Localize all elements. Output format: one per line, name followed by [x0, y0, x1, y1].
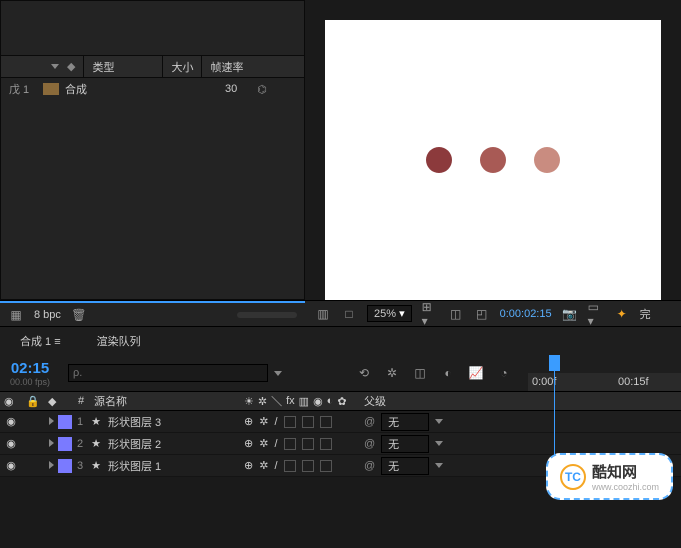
project-columns-header: ◆ 类型 大小 帧速率	[1, 56, 304, 78]
frame-blend-icon[interactable]: ◫	[412, 365, 428, 381]
composition-viewer	[305, 0, 681, 300]
layer-name[interactable]: 形状图层 1	[104, 458, 244, 474]
layer-index: 1	[72, 416, 88, 428]
mask-icon[interactable]: ◫	[448, 306, 464, 322]
layer-columns-header: ◉ 🔒 ◆ # 源名称 ☀✲＼fx▥◉◐✿ 父级	[0, 391, 681, 411]
parent-select[interactable]: 无	[381, 435, 429, 453]
search-input[interactable]	[68, 364, 268, 382]
layer-switches[interactable]: ⊕✲/	[244, 437, 364, 450]
shape-dot-2	[480, 147, 506, 173]
col-source[interactable]: 源名称	[90, 393, 240, 409]
canvas[interactable]	[325, 20, 661, 300]
tag-icon[interactable]: ◆	[67, 60, 75, 73]
ruler-tick-1: 00:15f	[618, 376, 649, 388]
col-switches[interactable]: ☀✲＼fx▥◉◐✿	[240, 393, 360, 409]
watermark-logo-icon: TC	[560, 464, 586, 490]
chevron-down-icon[interactable]	[435, 463, 443, 468]
watermark-url: www.coozhi.com	[592, 482, 659, 492]
project-footer: ▦ 8 bpc 🗑	[0, 301, 305, 326]
visibility-toggle[interactable]: ◉	[0, 415, 22, 428]
parent-select[interactable]: 无	[381, 457, 429, 475]
col-fps[interactable]: 帧速率	[201, 56, 251, 77]
layer-name[interactable]: 形状图层 3	[104, 414, 244, 430]
show-snapshot-icon[interactable]: ▭ ▾	[588, 306, 604, 322]
layer-row[interactable]: ◉ 1★形状图层 3⊕✲/@ 无	[0, 411, 681, 433]
monitor-icon[interactable]: □	[341, 306, 357, 322]
project-scrollbar[interactable]	[237, 312, 297, 318]
item-left-label: 戊 1	[9, 81, 37, 97]
watermark-name: 酷知网	[592, 461, 659, 482]
filmstrip-icon[interactable]: ▦	[8, 307, 24, 323]
layer-switches[interactable]: ⊕✲/	[244, 459, 364, 472]
col-size[interactable]: 大小	[162, 56, 201, 77]
time-ruler[interactable]: 0:00f 00:15f	[528, 355, 681, 391]
twirl-icon[interactable]	[44, 438, 58, 450]
tab-comp[interactable]: 合成 1 ≡	[12, 329, 69, 353]
tab-render-queue[interactable]: 渲染队列	[89, 329, 149, 353]
comp-mini-flowchart-icon[interactable]: ⟲	[356, 365, 372, 381]
shape-icon: ★	[88, 415, 104, 428]
label-color[interactable]	[58, 415, 72, 429]
bpc-toggle[interactable]: 8 bpc	[34, 309, 61, 321]
flowchart-icon[interactable]: ⌬	[257, 83, 267, 96]
trash-icon[interactable]: 🗑	[71, 307, 87, 323]
motion-blur-icon[interactable]: ◐	[440, 365, 456, 381]
watermark: TC 酷知网 www.coozhi.com	[546, 453, 673, 500]
sort-icon[interactable]	[51, 64, 59, 69]
col-hash[interactable]: #	[74, 395, 90, 407]
layer-index: 3	[72, 460, 88, 472]
label-color[interactable]	[58, 437, 72, 451]
parent-select[interactable]: 无	[381, 413, 429, 431]
col-lock-icon[interactable]: 🔒	[22, 395, 44, 408]
snap-icon[interactable]: ◔	[496, 365, 512, 381]
shape-icon: ★	[88, 437, 104, 450]
chevron-down-icon[interactable]	[435, 419, 443, 424]
label-color[interactable]	[58, 459, 72, 473]
chevron-down-icon[interactable]	[435, 441, 443, 446]
pickwhip-icon[interactable]: @	[364, 416, 375, 428]
twirl-icon[interactable]	[44, 416, 58, 428]
zoom-select[interactable]: 25% ▾	[367, 305, 412, 322]
col-label[interactable]: ◆	[44, 395, 74, 408]
graph-editor-icon[interactable]: 📈	[468, 365, 484, 381]
snapshot-icon[interactable]: 📷	[562, 306, 578, 322]
col-parent[interactable]: 父级	[360, 393, 390, 409]
timeline-timecode[interactable]: 02:15 00.00 fps)	[0, 360, 60, 387]
playhead[interactable]	[554, 355, 555, 455]
layer-row[interactable]: ◉ 2★形状图层 2⊕✲/@ 无	[0, 433, 681, 455]
item-fps: 30	[225, 83, 237, 95]
viewer-timecode[interactable]: 0:00:02:15	[500, 308, 552, 320]
color-mgmt-icon[interactable]: ✦	[614, 306, 630, 322]
comp-icon	[43, 83, 59, 95]
roi-icon[interactable]: ◰	[474, 306, 490, 322]
search-dropdown-icon[interactable]	[274, 371, 282, 376]
col-type[interactable]: 类型	[83, 56, 122, 77]
shape-dot-3	[534, 147, 560, 173]
item-name: 合成	[65, 81, 165, 97]
layer-switches[interactable]: ⊕✲/	[244, 415, 364, 428]
viewer-footer: ▥ □ 25% ▾ ⊞ ▾ ◫ ◰ 0:00:02:15 📷 ▭ ▾ ✦ 完	[305, 301, 681, 326]
pickwhip-icon[interactable]: @	[364, 460, 375, 472]
twirl-icon[interactable]	[44, 460, 58, 472]
resolution-icon[interactable]: ⊞ ▾	[422, 306, 438, 322]
layer-index: 2	[72, 438, 88, 450]
project-item-row[interactable]: 戊 1 合成 30 ⌬	[1, 78, 304, 100]
col-visibility-icon[interactable]: ◉	[0, 395, 22, 408]
grid-icon[interactable]: ▥	[315, 306, 331, 322]
project-panel: ◆ 类型 大小 帧速率 戊 1 合成 30 ⌬	[0, 0, 305, 300]
pickwhip-icon[interactable]: @	[364, 438, 375, 450]
visibility-toggle[interactable]: ◉	[0, 437, 22, 450]
shape-icon: ★	[88, 459, 104, 472]
viewer-last[interactable]: 完	[640, 306, 651, 322]
draft3d-icon[interactable]: ✲	[384, 365, 400, 381]
ruler-tick-0: 0:00f	[532, 376, 556, 388]
layer-name[interactable]: 形状图层 2	[104, 436, 244, 452]
visibility-toggle[interactable]: ◉	[0, 459, 22, 472]
shape-dot-1	[426, 147, 452, 173]
